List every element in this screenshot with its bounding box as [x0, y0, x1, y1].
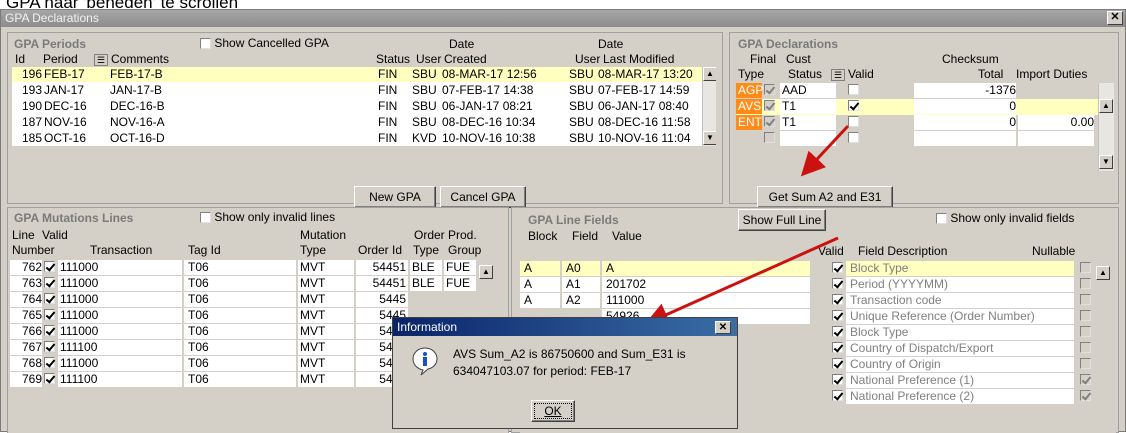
dialog-close-button[interactable]: ✕ — [715, 321, 731, 334]
arrow-to-dialog-icon — [644, 236, 839, 326]
info-icon — [411, 346, 439, 379]
arrow-to-get-sum-icon — [800, 124, 850, 177]
dialog-message-line2: 634047103.07 for period: FEB-17 — [453, 364, 632, 378]
information-dialog: Information ✕ AVS Sum_A2 is 86750600 and… — [392, 317, 738, 429]
dialog-titlebar: Information — [393, 318, 737, 336]
dialog-message: AVS Sum_A2 is 86750600 and Sum_E31 is 63… — [453, 346, 686, 380]
ok-button[interactable]: OK — [531, 400, 575, 422]
dialog-message-line1: AVS Sum_A2 is 86750600 and Sum_E31 is — [453, 347, 686, 361]
dialog-title: Information — [397, 320, 458, 334]
